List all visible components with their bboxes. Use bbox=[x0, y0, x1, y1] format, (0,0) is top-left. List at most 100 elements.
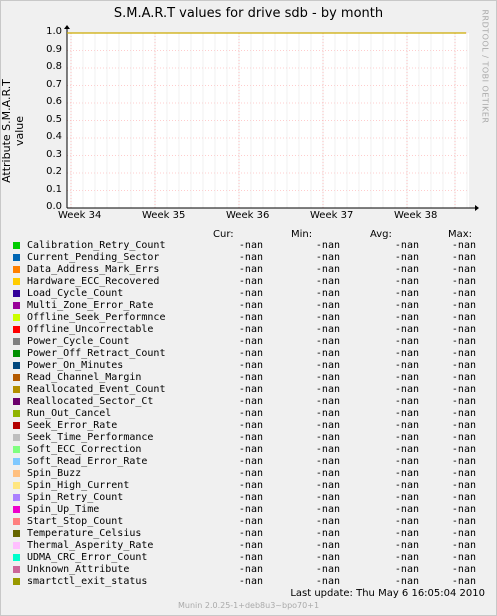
legend-value-avg: -nan bbox=[394, 456, 419, 467]
legend-value-min: -nan bbox=[315, 480, 340, 491]
legend-swatch bbox=[13, 494, 20, 501]
x-tick-label: Week 38 bbox=[394, 210, 438, 221]
legend-value-avg: -nan bbox=[394, 552, 419, 563]
legend-value-cur: -nan bbox=[238, 252, 263, 263]
legend-name: Multi_Zone_Error_Rate bbox=[27, 300, 154, 311]
legend-name: UDMA_CRC_Error_Count bbox=[27, 552, 148, 563]
legend-name: Power_Off_Retract_Count bbox=[27, 348, 166, 359]
legend-value-max: -nan bbox=[451, 420, 476, 431]
x-axis-arrow bbox=[475, 205, 479, 211]
legend-row: Reallocated_Sector_Ct -nan -nan -nan -nan bbox=[0, 396, 497, 408]
legend-value-min: -nan bbox=[315, 336, 340, 347]
legend-value-min: -nan bbox=[315, 576, 340, 587]
x-tick-label: Week 34 bbox=[58, 210, 102, 221]
legend-value-avg: -nan bbox=[394, 312, 419, 323]
legend-swatch bbox=[13, 398, 20, 405]
legend-value-min: -nan bbox=[315, 540, 340, 551]
legend-row: Current_Pending_Sector -nan -nan -nan -nan bbox=[0, 252, 497, 264]
legend-value-max: -nan bbox=[451, 408, 476, 419]
legend-value-min: -nan bbox=[315, 468, 340, 479]
legend-value-cur: -nan bbox=[238, 276, 263, 287]
legend-name: Offline_Uncorrectable bbox=[27, 324, 154, 335]
legend-value-max: -nan bbox=[451, 288, 476, 299]
legend-value-max: -nan bbox=[451, 576, 476, 587]
legend-value-min: -nan bbox=[315, 420, 340, 431]
legend-value-avg: -nan bbox=[394, 528, 419, 539]
legend-row: Temperature_Celsius -nan -nan -nan -nan bbox=[0, 528, 497, 540]
y-tick-label: 0.8 bbox=[46, 61, 62, 72]
legend-value-max: -nan bbox=[451, 324, 476, 335]
legend-value-avg: -nan bbox=[394, 336, 419, 347]
y-tick-label: 0.5 bbox=[46, 113, 62, 125]
legend-swatch bbox=[13, 554, 20, 561]
legend-swatch bbox=[13, 362, 20, 369]
legend-value-max: -nan bbox=[451, 480, 476, 491]
legend-row: Spin_Buzz -nan -nan -nan -nan bbox=[0, 468, 497, 480]
legend-value-cur: -nan bbox=[238, 312, 263, 323]
legend-value-avg: -nan bbox=[394, 276, 419, 287]
legend-value-avg: -nan bbox=[394, 384, 419, 395]
legend-value-min: -nan bbox=[315, 552, 340, 563]
legend-value-max: -nan bbox=[451, 372, 476, 383]
legend-value-max: -nan bbox=[451, 540, 476, 551]
legend-value-min: -nan bbox=[315, 300, 340, 311]
legend-name: Hardware_ECC_Recovered bbox=[27, 276, 160, 287]
legend-swatch bbox=[13, 530, 20, 537]
legend-value-min: -nan bbox=[315, 456, 340, 467]
legend-swatch bbox=[13, 422, 20, 429]
legend-value-min: -nan bbox=[315, 396, 340, 407]
legend-value-avg: -nan bbox=[394, 240, 419, 251]
legend-value-avg: -nan bbox=[394, 264, 419, 275]
legend-name: Offline_Seek_Performnce bbox=[27, 312, 166, 323]
legend-value-cur: -nan bbox=[238, 288, 263, 299]
legend-value-cur: -nan bbox=[238, 480, 263, 491]
legend-value-avg: -nan bbox=[394, 324, 419, 335]
legend-name: Thermal_Asperity_Rate bbox=[27, 540, 154, 551]
legend-value-max: -nan bbox=[451, 240, 476, 251]
legend-value-cur: -nan bbox=[238, 552, 263, 563]
legend-value-min: -nan bbox=[315, 528, 340, 539]
legend-value-avg: -nan bbox=[394, 468, 419, 479]
y-tick-label: 0.7 bbox=[46, 78, 62, 90]
legend-value-min: -nan bbox=[315, 276, 340, 287]
legend-value-cur: -nan bbox=[238, 420, 263, 431]
legend-swatch bbox=[13, 578, 20, 585]
legend-header-cur: Cur: bbox=[213, 229, 234, 240]
legend-value-avg: -nan bbox=[394, 300, 419, 311]
legend-value-cur: -nan bbox=[238, 540, 263, 551]
legend-row: Calibration_Retry_Count -nan -nan -nan -nan bbox=[0, 240, 497, 252]
legend-value-cur: -nan bbox=[238, 324, 263, 335]
legend-value-min: -nan bbox=[315, 408, 340, 419]
legend-row: Power_Cycle_Count -nan -nan -nan -nan bbox=[0, 336, 497, 348]
legend-value-max: -nan bbox=[451, 252, 476, 263]
legend-value-max: -nan bbox=[451, 552, 476, 563]
legend-value-max: -nan bbox=[451, 336, 476, 347]
y-tick-label: 0.3 bbox=[46, 148, 62, 160]
legend-name: Reallocated_Sector_Ct bbox=[27, 396, 154, 407]
legend-value-min: -nan bbox=[315, 504, 340, 515]
legend-row: Multi_Zone_Error_Rate -nan -nan -nan -nan bbox=[0, 300, 497, 312]
legend-value-cur: -nan bbox=[238, 564, 263, 575]
legend-swatch bbox=[13, 266, 20, 273]
legend-name: Spin_Buzz bbox=[27, 468, 82, 479]
legend-value-min: -nan bbox=[315, 264, 340, 275]
legend-value-avg: -nan bbox=[394, 480, 419, 491]
legend-row: Thermal_Asperity_Rate -nan -nan -nan -nan bbox=[0, 540, 497, 552]
legend-row: Reallocated_Event_Count -nan -nan -nan -nan bbox=[0, 384, 497, 396]
legend-value-avg: -nan bbox=[394, 360, 419, 371]
legend-row: Offline_Seek_Performnce -nan -nan -nan -nan bbox=[0, 312, 497, 324]
legend-value-cur: -nan bbox=[238, 492, 263, 503]
legend-value-cur: -nan bbox=[238, 360, 263, 371]
legend-value-cur: -nan bbox=[238, 396, 263, 407]
legend-value-min: -nan bbox=[315, 288, 340, 299]
legend-value-avg: -nan bbox=[394, 288, 419, 299]
legend-name: Soft_ECC_Correction bbox=[27, 444, 142, 455]
legend-value-max: -nan bbox=[451, 276, 476, 287]
legend-swatch bbox=[13, 242, 20, 249]
legend-swatch bbox=[13, 434, 20, 441]
legend-row: Load_Cycle_Count -nan -nan -nan -nan bbox=[0, 288, 497, 300]
legend-row: Hardware_ECC_Recovered -nan -nan -nan -nan bbox=[0, 276, 497, 288]
legend-swatch bbox=[13, 386, 20, 393]
legend-value-max: -nan bbox=[451, 516, 476, 527]
legend-value-min: -nan bbox=[315, 444, 340, 455]
